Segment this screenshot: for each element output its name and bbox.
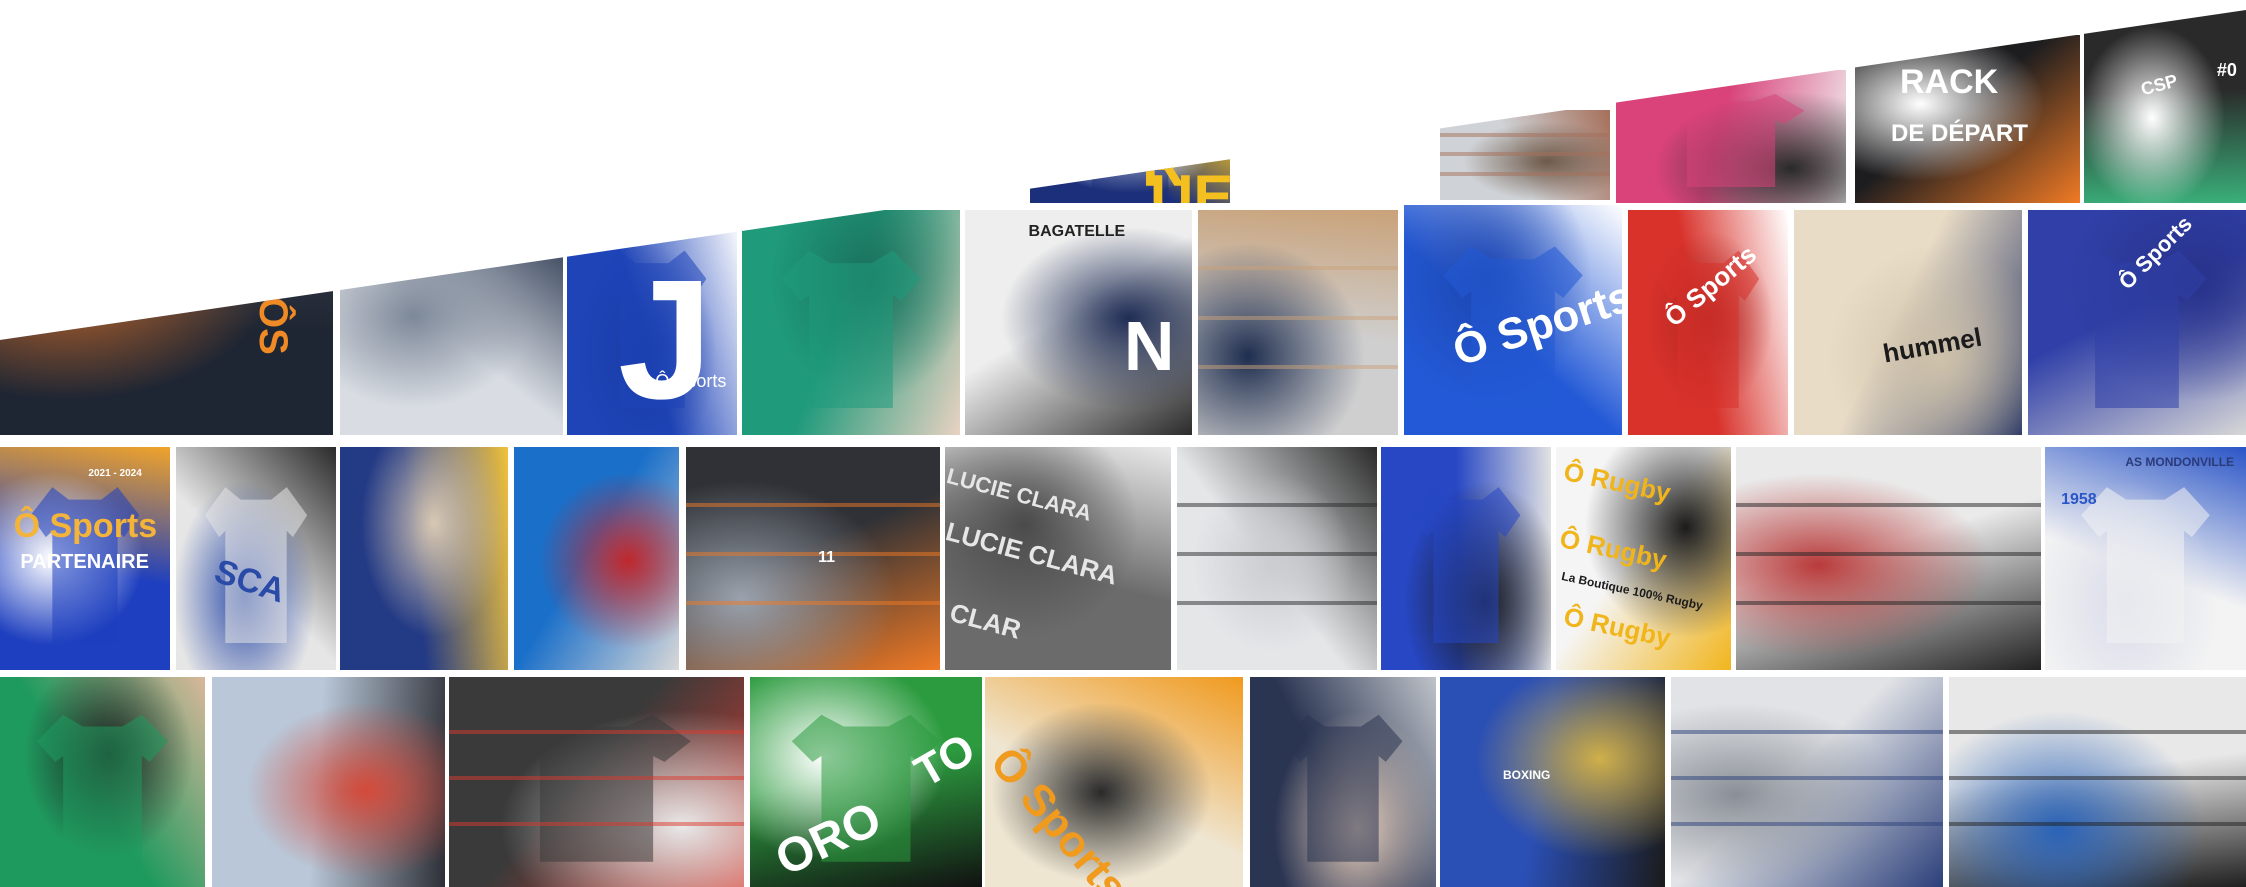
club-year: 1958 [2061,490,2097,508]
photo-jerseys-sublimated: R UE [1030,130,1230,203]
photo-blue-cap-press: BOXING [1440,677,1665,887]
photo-blue-jersey-osports: Ô Sports [1404,205,1622,435]
transfer-name-2: LUCIE CLARA [945,516,1121,592]
shelf-line [1440,152,1610,157]
photo-heat-press-blue-shirt: Ô Sports [2028,210,2246,435]
shelf-line [1440,132,1610,137]
weeding-brand: Ô Sports [985,738,1138,887]
photo-bagatelle-board: BAGATELLE N [965,210,1192,435]
rugby-transfer-2: Ô Rugby [1557,523,1670,575]
photo-green-jersey-badge [742,210,960,435]
shelf-line [1671,775,1943,780]
photo-csp-bag: CSP #0 [2084,10,2246,203]
shelf-line [1198,266,1398,271]
shelf-line [686,600,940,605]
photo-pink-white-jerseys [1616,70,1846,203]
photo-name-transfers: LUCIE CLARA LUCIE CLARA CLAR [945,447,1171,670]
rack-sign-title: RACK [1900,63,1999,102]
photo-showroom-crowd: ÔS [0,205,333,435]
photo-workshop-shelves [1671,677,1943,887]
photo-red-shirt-osports: Ô Sports [1628,210,1788,435]
photo-printing-white-shirt: SCA [176,447,336,670]
jersey-years: 2021 - 2024 [88,468,142,480]
shelf-line [686,551,940,556]
transfer-name-3: CLAR [946,596,1025,645]
photo-warehouse-pallets [1440,110,1610,200]
partner-label: PARTENAIRE [20,550,149,573]
shirt-shape [1657,93,1805,188]
photo-cap-embroidery [340,447,508,670]
shelf-line [1198,315,1398,320]
jersey-brand: Ô Sports [655,371,727,391]
shelf-line [1736,600,2041,605]
shelf-line [1440,172,1610,177]
shelf-line [1177,551,1377,556]
photo-shop-interior-table [1736,447,2041,670]
photo-store-aisle [1949,677,2246,887]
photo-collage: ÔS J Ô Sports BAGATELLE N Ô Sports Ô Sports hum… [0,10,2246,887]
hanger-brand: hummel [1880,321,1984,369]
photo-rugby-transfers: Ô Rugby Ô Rugby Ô Rugby La Boutique 100% Ru… [1556,447,1731,670]
shelf-line [1671,821,1943,826]
shelf-line [1736,551,2041,556]
partner-brand: Ô Sports [13,507,158,546]
photo-warehouse-boxes [1198,210,1398,435]
banner-osports-partial: ÔS [251,297,296,355]
photo-outdoor-event-crowd [212,677,445,887]
cap-print: BOXING [1503,768,1551,783]
bag-number: #0 [2216,59,2237,80]
shelf-line [1198,365,1398,370]
photo-green-shirt-print: TO ORO [750,677,982,887]
shelf-line [686,502,940,507]
photo-blue-jersey-number: JÔ Sports [567,210,737,435]
photo-shop-wall-shirts [449,677,744,887]
shirt-shape [2081,487,2210,644]
photo-blue-hummel-jacket [514,447,679,670]
shirt-shape [502,714,691,862]
shelf-line [449,775,744,780]
club-name: AS MONDONVILLE [2125,454,2235,469]
shirt-shape [781,250,921,408]
shelf-line [449,821,744,826]
shelf-line [449,729,744,734]
rack-sign-subtitle: DE DÉPART [1891,120,2028,148]
store-number: 11 [818,548,835,566]
jersey-letter: J [618,245,713,435]
photo-partner-jersey: 2021 - 2024 Ô Sports PARTENAIRE [0,447,170,670]
board-title: BAGATELLE [1028,222,1126,240]
shirt-letter: N [1123,307,1175,386]
photo-heat-press-blue-tee [1381,447,1551,670]
jersey-print-b: UE [1150,162,1230,203]
shirt-shape [1411,487,1521,644]
photo-rack-depart-sign: RACK DE DÉPART [1855,35,2080,203]
shelf-line [1671,729,1943,734]
photo-workshop-tables [1177,447,1377,670]
shelf-line [1177,502,1377,507]
photo-storefront-vans: 11 [686,447,940,670]
rugby-transfer-3: Ô Rugby [1560,601,1673,654]
photo-as-mondonville-shirt: AS MONDONVILLE 1958 [2045,447,2246,670]
shelf-line [1949,821,2246,826]
shelf-line [1949,775,2246,780]
shelf-line [1736,502,2041,507]
shirt-shape [1283,714,1403,862]
bag-badge: CSP [2138,70,2180,100]
rugby-transfer-1: Ô Rugby [1560,456,1673,509]
photo-hummel-hangers: hummel [1794,210,2022,435]
photo-conveyor-dryer [340,210,563,435]
photo-man-green-jersey [0,677,205,887]
photo-weeding-osports: Ô Sports [985,677,1243,887]
transfer-name-1: LUCIE CLARA [945,462,1095,526]
shelf-line [1949,729,2246,734]
shelf-line [1177,600,1377,605]
photo-navy-shirt-badge [1250,677,1436,887]
shirt-shape [36,714,169,862]
